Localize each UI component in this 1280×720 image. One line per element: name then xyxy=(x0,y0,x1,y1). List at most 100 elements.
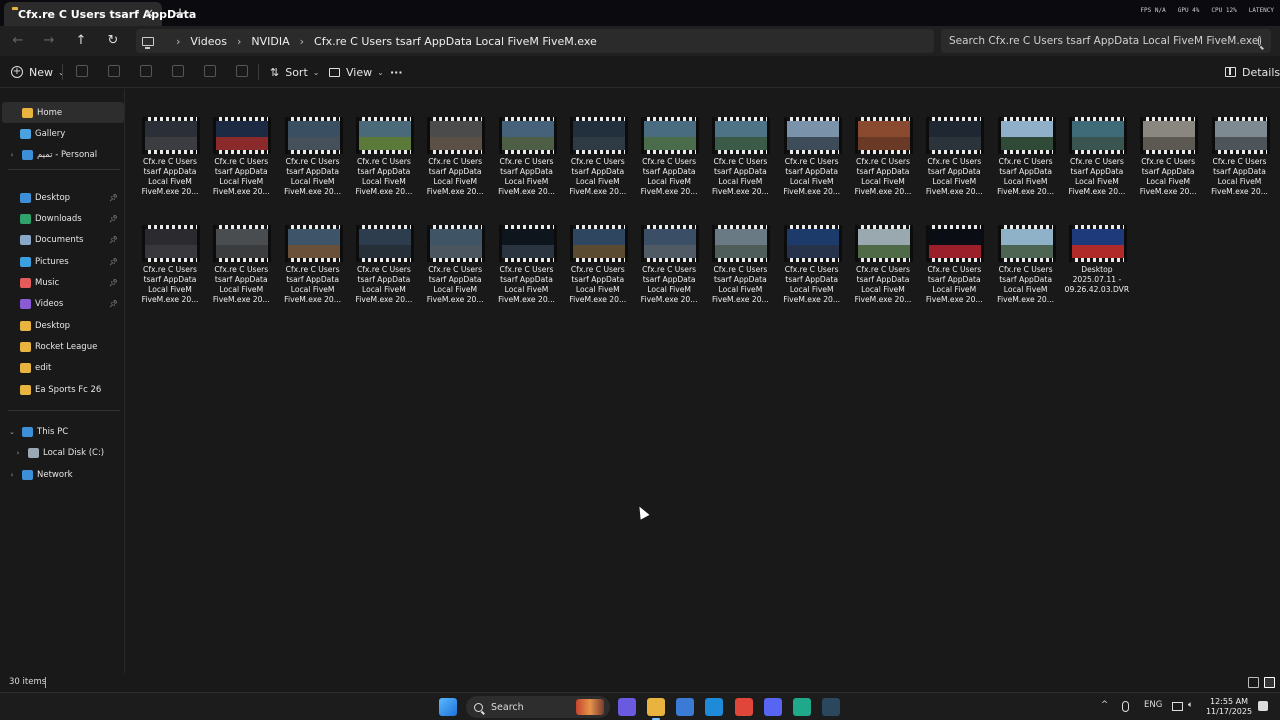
file-item[interactable]: Cfx.re C Users tsarf AppData Local FiveM… xyxy=(351,197,417,304)
sidebar-item-desktop[interactable]: Desktop xyxy=(0,315,124,336)
chevron-right-icon[interactable]: › xyxy=(14,449,22,457)
file-item[interactable]: Cfx.re C Users tsarf AppData Local FiveM… xyxy=(494,89,560,196)
clock[interactable]: 12:55 AM 11/17/2025 xyxy=(1204,697,1254,717)
large-icons-view-toggle-icon[interactable] xyxy=(1264,677,1275,688)
file-item[interactable]: Cfx.re C Users tsarf AppData Local FiveM… xyxy=(565,197,631,304)
copy-icon[interactable] xyxy=(108,65,120,77)
spotify-like-icon[interactable] xyxy=(793,698,811,716)
file-item[interactable]: Cfx.re C Users tsarf AppData Local FiveM… xyxy=(351,89,417,196)
chevron-right-icon[interactable]: › xyxy=(8,471,16,479)
file-item[interactable]: Cfx.re C Users tsarf AppData Local FiveM… xyxy=(208,197,274,304)
file-item[interactable]: Cfx.re C Users tsarf AppData Local FiveM… xyxy=(565,89,631,196)
search-icon[interactable] xyxy=(1258,36,1261,46)
store-icon[interactable] xyxy=(676,698,694,716)
refresh-button[interactable]: ↻ xyxy=(104,32,122,50)
file-item[interactable]: Cfx.re C Users tsarf AppData Local FiveM… xyxy=(208,89,274,196)
copilot-icon[interactable] xyxy=(618,698,636,716)
start-icon[interactable] xyxy=(439,698,457,716)
file-item[interactable]: Cfx.re C Users tsarf AppData Local FiveM… xyxy=(636,89,702,196)
up-button[interactable]: ↑ xyxy=(72,32,90,50)
more-options-button[interactable]: ··· xyxy=(390,64,403,80)
sidebar-item-label: Network xyxy=(37,469,73,480)
film-strip-icon xyxy=(1068,150,1127,154)
input-language[interactable]: ENG xyxy=(1144,700,1162,710)
file-item[interactable]: Cfx.re C Users tsarf AppData Local FiveM… xyxy=(137,89,203,196)
edge-icon[interactable] xyxy=(705,698,723,716)
file-item[interactable]: Desktop 2025.07.11 - 09.26.42.03.DVR xyxy=(1064,197,1130,297)
file-item[interactable]: Cfx.re C Users tsarf AppData Local FiveM… xyxy=(1135,89,1201,196)
search-input[interactable]: Search Cfx.re C Users tsarf AppData Loca… xyxy=(941,29,1271,53)
sidebar-item-documents[interactable]: Documents 📌︎ xyxy=(0,229,124,250)
chevron-right-icon[interactable]: › xyxy=(8,151,16,159)
file-explorer-icon[interactable] xyxy=(647,698,665,716)
volume-icon[interactable]: 🔈︎ xyxy=(1188,700,1193,710)
chrome-icon[interactable] xyxy=(735,698,753,716)
microphone-icon[interactable] xyxy=(1122,701,1129,712)
chevron-up-icon[interactable]: ^ xyxy=(1101,700,1108,710)
sidebar-item-gallery[interactable]: Gallery xyxy=(0,123,124,144)
sidebar-item-videos[interactable]: Videos 📌︎ xyxy=(0,293,124,314)
file-item[interactable]: Cfx.re C Users tsarf AppData Local FiveM… xyxy=(422,197,488,304)
film-edge xyxy=(482,117,486,154)
breadcrumb-nvidia[interactable]: NVIDIA xyxy=(251,35,289,48)
file-item[interactable]: Cfx.re C Users tsarf AppData Local FiveM… xyxy=(422,89,488,196)
breadcrumb-videos[interactable]: Videos xyxy=(190,35,227,48)
sidebar-item-personal[interactable]: › تميم - Personal xyxy=(0,144,124,165)
file-item[interactable]: Cfx.re C Users tsarf AppData Local FiveM… xyxy=(494,197,560,304)
film-strip-icon xyxy=(142,117,200,121)
cut-icon[interactable] xyxy=(76,65,88,77)
file-item[interactable]: Cfx.re C Users tsarf AppData Local FiveM… xyxy=(636,197,702,304)
delete-icon[interactable] xyxy=(236,65,248,77)
file-item[interactable]: Cfx.re C Users tsarf AppData Local FiveM… xyxy=(1207,89,1273,196)
file-item[interactable]: Cfx.re C Users tsarf AppData Local FiveM… xyxy=(850,89,916,196)
sidebar-item-rocket-league[interactable]: Rocket League xyxy=(0,336,124,357)
sidebar-item-local-disk-c[interactable]: › Local Disk (C:) xyxy=(0,442,124,463)
file-item[interactable]: Cfx.re C Users tsarf AppData Local FiveM… xyxy=(1064,89,1130,196)
new-tab-icon[interactable]: + xyxy=(172,5,188,21)
sidebar-item-downloads[interactable]: Downloads 📌︎ xyxy=(0,208,124,229)
address-bar[interactable]: › Videos › NVIDIA › Cfx.re C Users tsarf… xyxy=(136,29,934,53)
discord-icon[interactable] xyxy=(764,698,782,716)
paste-icon[interactable] xyxy=(140,65,152,77)
back-button[interactable]: ← xyxy=(9,32,27,50)
file-item[interactable]: Cfx.re C Users tsarf AppData Local FiveM… xyxy=(779,197,845,304)
sidebar-item-this-pc[interactable]: ⌄ This PC xyxy=(0,421,124,442)
file-item[interactable]: Cfx.re C Users tsarf AppData Local FiveM… xyxy=(921,197,987,304)
rename-icon[interactable] xyxy=(172,65,184,77)
chevron-down-icon[interactable]: ⌄ xyxy=(8,428,16,436)
film-edge xyxy=(213,225,217,262)
network-icon[interactable] xyxy=(1172,702,1183,711)
taskbar-search[interactable]: Search xyxy=(466,696,610,718)
breadcrumb-current-folder[interactable]: Cfx.re C Users tsarf AppData Local FiveM… xyxy=(314,35,597,48)
details-view-toggle-icon[interactable] xyxy=(1248,677,1259,688)
sort-button[interactable]: ⇅ Sort ⌄ xyxy=(270,64,319,80)
new-button[interactable]: + New ⌄ xyxy=(11,64,65,80)
file-item[interactable]: Cfx.re C Users tsarf AppData Local FiveM… xyxy=(921,89,987,196)
sidebar-item-home[interactable]: Home xyxy=(2,102,124,123)
sidebar-item-edit[interactable]: edit xyxy=(0,357,124,378)
tab-active[interactable]: Cfx.re C Users tsarf AppData × xyxy=(4,2,196,26)
notifications-icon[interactable] xyxy=(1258,701,1268,711)
forward-button[interactable]: → xyxy=(40,32,58,50)
details-button[interactable]: Details xyxy=(1225,64,1280,80)
close-icon[interactable]: × xyxy=(142,6,156,20)
file-item[interactable]: Cfx.re C Users tsarf AppData Local FiveM… xyxy=(137,197,203,304)
file-item[interactable]: Cfx.re C Users tsarf AppData Local FiveM… xyxy=(707,89,773,196)
file-item[interactable]: Cfx.re C Users tsarf AppData Local FiveM… xyxy=(993,197,1059,304)
file-item[interactable]: Cfx.re C Users tsarf AppData Local FiveM… xyxy=(993,89,1059,196)
file-item[interactable]: Cfx.re C Users tsarf AppData Local FiveM… xyxy=(850,197,916,304)
view-button[interactable]: View ⌄ xyxy=(329,64,384,80)
film-edge xyxy=(1123,117,1127,154)
steam-icon[interactable] xyxy=(822,698,840,716)
sidebar-item-pictures[interactable]: Pictures 📌︎ xyxy=(0,251,124,272)
sidebar-item-network[interactable]: › Network xyxy=(0,464,124,485)
sidebar-item-music[interactable]: Music 📌︎ xyxy=(0,272,124,293)
sidebar-item-ea-sports-fc-26[interactable]: Ea Sports Fc 26 xyxy=(0,379,124,400)
status-bar: 30 items xyxy=(0,673,1280,692)
file-item[interactable]: Cfx.re C Users tsarf AppData Local FiveM… xyxy=(707,197,773,304)
file-item[interactable]: Cfx.re C Users tsarf AppData Local FiveM… xyxy=(280,197,346,304)
file-item[interactable]: Cfx.re C Users tsarf AppData Local FiveM… xyxy=(779,89,845,196)
sidebar-item-desktop[interactable]: Desktop 📌︎ xyxy=(0,187,124,208)
file-item[interactable]: Cfx.re C Users tsarf AppData Local FiveM… xyxy=(280,89,346,196)
share-icon[interactable] xyxy=(204,65,216,77)
